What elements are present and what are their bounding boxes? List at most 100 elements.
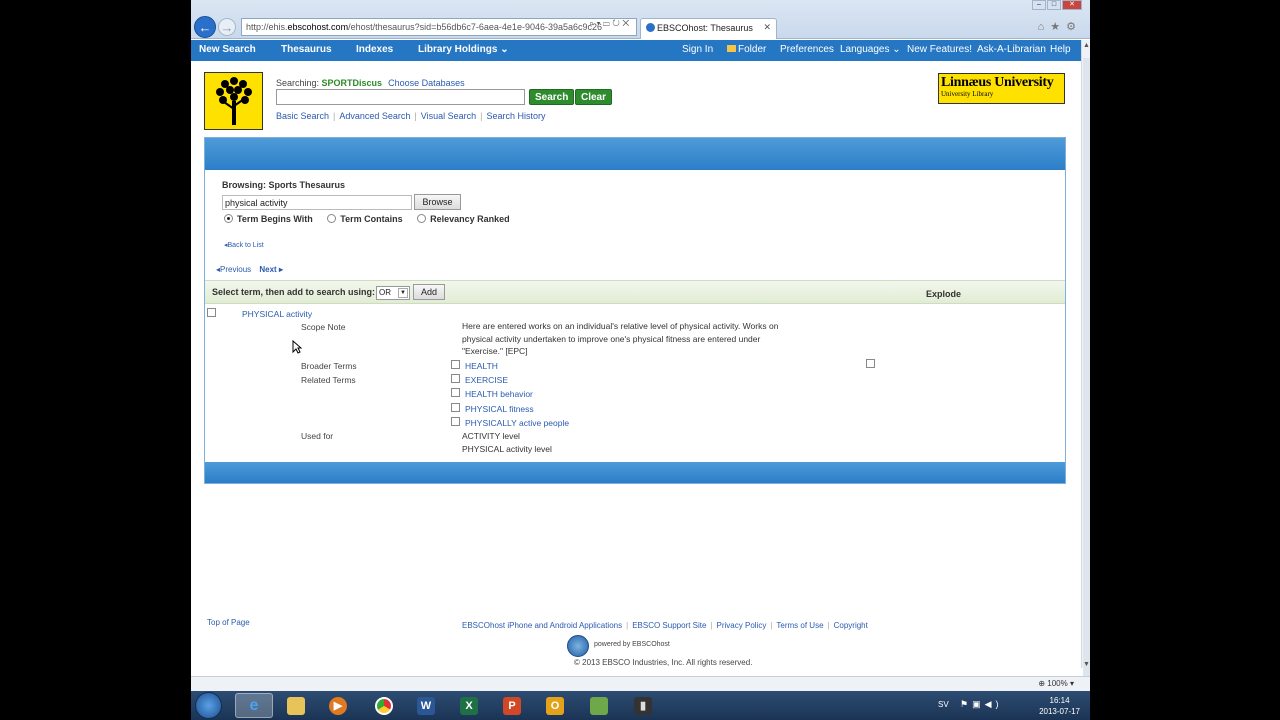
back-button[interactable]: ← (194, 16, 216, 38)
nav-languages[interactable]: Languages ⌄ (840, 44, 901, 55)
nav-new-features[interactable]: New Features! (907, 44, 972, 55)
add-button[interactable]: Add (413, 284, 445, 300)
search-icon[interactable]: ⌕ (589, 18, 594, 28)
nav-new-search[interactable]: New Search (199, 44, 256, 55)
nav-preferences[interactable]: Preferences (780, 44, 834, 55)
network-icon[interactable]: ▣ (972, 699, 985, 709)
excel-icon: X (460, 696, 478, 715)
browse-input[interactable]: physical activity (222, 195, 412, 210)
related-term-checkbox[interactable] (451, 388, 460, 397)
forward-button[interactable]: → (218, 18, 236, 36)
address-domain: ebscohost.com (287, 22, 349, 32)
choose-databases-link[interactable]: Choose Databases (388, 78, 465, 88)
footer-link-copyright[interactable]: Copyright (834, 621, 868, 630)
basic-search-link[interactable]: Basic Search (276, 111, 329, 121)
taskbar-internet-explorer[interactable]: e (235, 693, 273, 718)
compat-view-icon[interactable]: ▭ (603, 18, 610, 28)
search-history-link[interactable]: Search History (486, 111, 545, 121)
nav-indexes[interactable]: Indexes (356, 44, 393, 55)
language-indicator[interactable]: SV (938, 700, 949, 709)
search-input[interactable] (276, 89, 525, 105)
clear-button[interactable]: Clear (575, 89, 613, 105)
taskbar-powerpoint[interactable]: P (493, 693, 531, 718)
previous-link[interactable]: ◂Previous (216, 265, 251, 274)
close-window-button[interactable]: ✕ (1062, 0, 1082, 10)
nav-thesaurus[interactable]: Thesaurus (281, 44, 332, 55)
close-tab-icon[interactable]: ✕ (763, 22, 771, 33)
scroll-thumb[interactable] (1083, 58, 1090, 678)
volume-icon[interactable]: ◀) (985, 699, 1003, 709)
clock[interactable]: 16:14 2013-07-17 (1039, 695, 1080, 717)
browse-button[interactable]: Browse (414, 194, 461, 210)
taskbar-media-player[interactable]: ▶ (319, 693, 357, 718)
next-label: Next (259, 265, 277, 274)
nav-library-holdings[interactable]: Library Holdings ⌄ (418, 44, 509, 55)
address-bar-icons[interactable]: ⌕ ▾ ▭ ↻ ✕ (589, 18, 629, 29)
search-button[interactable]: Search (529, 89, 575, 105)
browser-toolbar-icons: ⌂★⚙ (1038, 20, 1082, 33)
nav-sign-in[interactable]: Sign In (682, 44, 713, 55)
visual-search-link[interactable]: Visual Search (421, 111, 476, 121)
footer-link-terms[interactable]: Terms of Use (776, 621, 823, 630)
system-tray: SV ⚑▣◀) 16:14 2013-07-17 (930, 691, 1090, 720)
taskbar-outlook[interactable]: O (536, 693, 574, 718)
taskbar-app-green[interactable] (580, 693, 618, 718)
home-icon[interactable]: ⌂ (1038, 21, 1051, 33)
recorder-icon: ▮ (634, 696, 652, 715)
favorites-icon[interactable]: ★ (1050, 21, 1066, 33)
option-term-contains[interactable]: Term Contains (327, 214, 403, 224)
option-relevancy-ranked[interactable]: Relevancy Ranked (417, 214, 510, 224)
top-of-page-link[interactable]: Top of Page (207, 618, 250, 627)
gear-icon[interactable]: ⚙ (1066, 21, 1082, 33)
option-term-begins-with[interactable]: Term Begins With (224, 214, 313, 224)
stop-icon[interactable]: ✕ (622, 18, 629, 28)
explode-checkbox[interactable] (866, 359, 875, 368)
flag-icon[interactable]: ⚑ (960, 699, 972, 709)
related-term-checkbox[interactable] (451, 403, 460, 412)
broader-term-link[interactable]: HEALTH (465, 361, 498, 371)
vertical-scrollbar[interactable]: ▲ ▼ (1081, 40, 1090, 678)
related-term-link[interactable]: PHYSICAL fitness (465, 404, 534, 414)
operator-select[interactable]: OR ▼ (376, 286, 410, 300)
radio-button[interactable] (417, 214, 427, 223)
chrome-icon (375, 696, 393, 715)
taskbar-chrome[interactable] (365, 693, 403, 718)
radio-button-selected[interactable] (224, 214, 233, 223)
term-link[interactable]: PHYSICAL activity (242, 309, 312, 319)
taskbar-word[interactable]: W (407, 693, 445, 718)
browser-tab[interactable]: EBSCOhost: Thesaurus ✕ (640, 18, 777, 39)
radio-button[interactable] (327, 214, 337, 223)
chevron-down-icon[interactable]: ▾ (597, 18, 601, 28)
address-bar[interactable]: http://ehis.ebscohost.com/ehost/thesauru… (241, 18, 637, 36)
term-checkbox[interactable] (207, 308, 216, 317)
minimize-button[interactable]: – (1032, 0, 1046, 10)
scroll-down-icon[interactable]: ▼ (1082, 661, 1090, 668)
start-button[interactable] (195, 692, 222, 719)
taskbar-recorder[interactable]: ▮ (624, 693, 662, 718)
zoom-control[interactable]: ⊕ 100% ▾ (1038, 679, 1074, 688)
maximize-button[interactable]: □ (1047, 0, 1061, 10)
broader-term-checkbox[interactable] (451, 360, 460, 369)
option-label: Term Contains (340, 214, 403, 224)
taskbar-explorer[interactable] (277, 693, 315, 718)
related-term-link[interactable]: PHYSICALLY active people (465, 418, 569, 428)
related-term-link[interactable]: HEALTH behavior (465, 389, 533, 399)
database-name: SPORTDiscus (321, 78, 383, 88)
nav-ask-librarian[interactable]: Ask-A-Librarian (977, 44, 1046, 55)
nav-folder[interactable]: Folder (727, 44, 766, 55)
taskbar-excel[interactable]: X (450, 693, 488, 718)
chevron-down-icon: ▾ (1069, 679, 1074, 688)
next-link[interactable]: Next ▸ (259, 265, 283, 274)
scroll-up-icon[interactable]: ▲ (1082, 42, 1090, 49)
footer-link-apps[interactable]: EBSCOhost iPhone and Android Application… (462, 621, 622, 630)
related-term-link[interactable]: EXERCISE (465, 375, 508, 385)
advanced-search-link[interactable]: Advanced Search (339, 111, 410, 121)
refresh-icon[interactable]: ↻ (612, 18, 620, 28)
related-term-checkbox[interactable] (451, 374, 460, 383)
nav-help[interactable]: Help (1050, 44, 1071, 55)
back-to-list-link[interactable]: ◂Back to List (224, 241, 264, 249)
footer-link-support[interactable]: EBSCO Support Site (632, 621, 706, 630)
address-path: /ehost/thesaurus?sid=b56db6c7-6aea-4e1e-… (348, 22, 603, 32)
related-term-checkbox[interactable] (451, 417, 460, 426)
footer-link-privacy[interactable]: Privacy Policy (717, 621, 767, 630)
